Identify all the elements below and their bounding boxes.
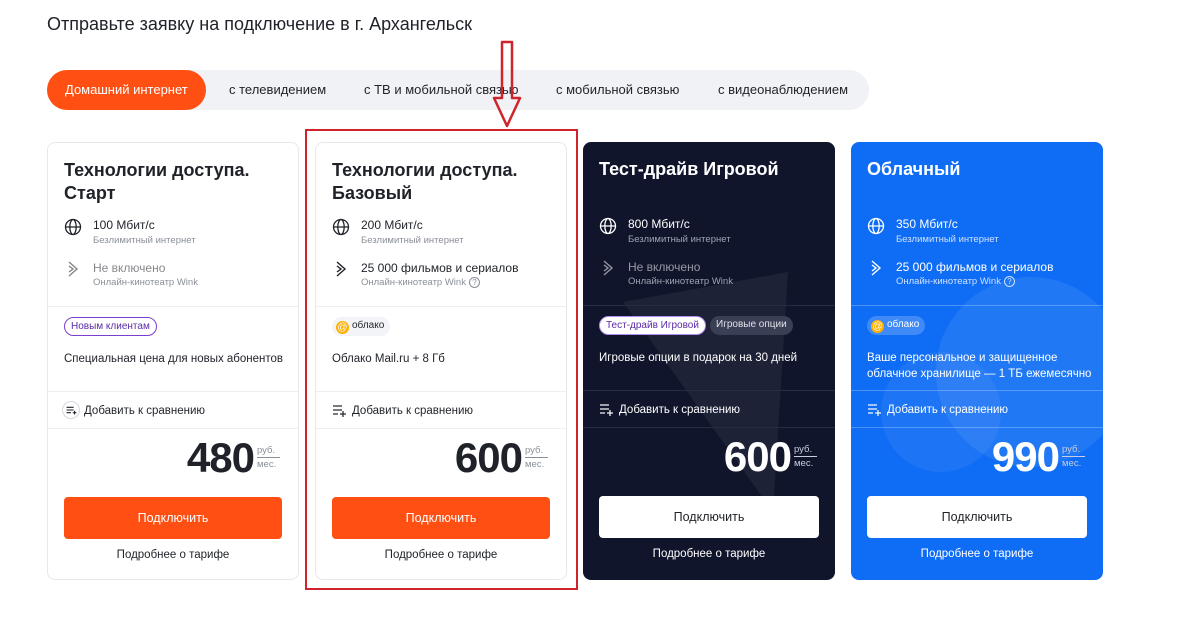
compare-list-icon (62, 401, 80, 419)
connect-button[interactable]: Подключить (599, 496, 819, 538)
game-test-drive-badge: Тест-драйв Игровой (599, 316, 706, 335)
new-clients-badge: Новым клиентам (64, 317, 157, 336)
divider (851, 390, 1103, 391)
page-title: Отправьте заявку на подключение в г. Арх… (47, 14, 472, 34)
divider (583, 427, 835, 428)
compare-list-icon (600, 404, 613, 416)
divider (48, 306, 298, 307)
compare-label: Добавить к сравнению (619, 404, 741, 416)
connect-button[interactable]: Подключить (64, 497, 282, 539)
tariff-tabs: Домашний интернет с телевидением с ТВ и … (47, 70, 869, 110)
tariff-details-link[interactable]: Подробнее о тарифе (583, 548, 835, 560)
offer-text: Ваше персональное и защищенное облачное … (867, 352, 1092, 380)
cinema-caption: Онлайн-кинотеатр Wink (93, 277, 198, 288)
compare-label: Добавить к сравнению (887, 404, 1009, 416)
speed-caption: Безлимитный интернет (628, 234, 731, 245)
tab-with-tv[interactable]: с телевидением (229, 70, 326, 110)
cinema-value: Не включено (628, 260, 701, 274)
price-value: 480 (186, 434, 255, 481)
game-options-badge: Игровые опции (710, 316, 793, 335)
offer-text: Специальная цена для новых абонентов (64, 353, 284, 365)
speed-caption: Безлимитный интернет (93, 235, 196, 246)
info-icon[interactable]: ? (1003, 276, 1015, 287)
tab-with-video-surveillance[interactable]: с видеонаблюдением (718, 70, 848, 110)
divider (48, 391, 298, 392)
tariff-title: Тест-драйв Игровой (599, 159, 779, 179)
tariff-card-game-test-drive: Тест-драйв Игровой 800 Мбит/с Безлимитны… (583, 142, 835, 580)
divider (48, 428, 298, 429)
globe-icon (867, 217, 885, 235)
price-value: 990 (991, 433, 1060, 480)
cinema-value: 25 000 фильмов и сериалов (896, 260, 1054, 274)
tariff-title: Технологии доступа. Старт (64, 160, 250, 203)
add-to-compare-button[interactable]: Добавить к сравнению (62, 401, 205, 419)
add-to-compare-button[interactable]: Добавить к сравнению (865, 400, 1008, 418)
speed-value: 350 Мбит/с (896, 217, 958, 231)
tab-with-mobile[interactable]: с мобильной связью (556, 70, 679, 110)
cinema-caption: Онлайн-кинотеатр Wink (628, 276, 733, 287)
tariff-card-start: Технологии доступа. Старт 100 Мбит/с Без… (47, 142, 299, 580)
price-unit: руб. мес. (257, 445, 280, 470)
speed-value: 800 Мбит/с (628, 217, 690, 231)
tariff-title: Облачный (867, 159, 961, 179)
price-value: 600 (723, 433, 792, 480)
price-unit: руб. мес. (794, 444, 817, 469)
wink-play-icon (871, 260, 882, 276)
wink-play-icon (603, 260, 614, 276)
globe-icon (64, 218, 82, 236)
divider (583, 305, 835, 306)
connect-button[interactable]: Подключить (867, 496, 1087, 538)
compare-label: Добавить к сравнению (84, 405, 206, 417)
divider (851, 427, 1103, 428)
highlight-annotation-box (305, 129, 578, 590)
wink-play-icon (68, 261, 79, 277)
divider (583, 390, 835, 391)
cinema-value: Не включено (93, 261, 166, 275)
cinema-caption: Онлайн-кинотеатр Wink? (896, 276, 1015, 287)
speed-value: 100 Мбит/с (93, 218, 155, 232)
cloud-at-icon: @ (871, 320, 884, 333)
down-arrow-annotation (492, 40, 522, 128)
price-unit: руб. мес. (1062, 444, 1085, 469)
tab-home-internet[interactable]: Домашний интернет (47, 70, 206, 110)
speed-caption: Безлимитный интернет (896, 234, 999, 245)
add-to-compare-button[interactable]: Добавить к сравнению (597, 400, 740, 418)
tariff-details-link[interactable]: Подробнее о тарифе (851, 548, 1103, 560)
compare-list-icon (868, 404, 881, 416)
offer-text: Игровые опции в подарок на 30 дней (599, 352, 798, 364)
tariff-card-cloud: Облачный 350 Мбит/с Безлимитный интернет… (851, 142, 1103, 580)
cloud-badge: @ облако (867, 316, 926, 335)
divider (851, 305, 1103, 306)
globe-icon (599, 217, 617, 235)
tariff-details-link[interactable]: Подробнее о тарифе (48, 549, 298, 561)
